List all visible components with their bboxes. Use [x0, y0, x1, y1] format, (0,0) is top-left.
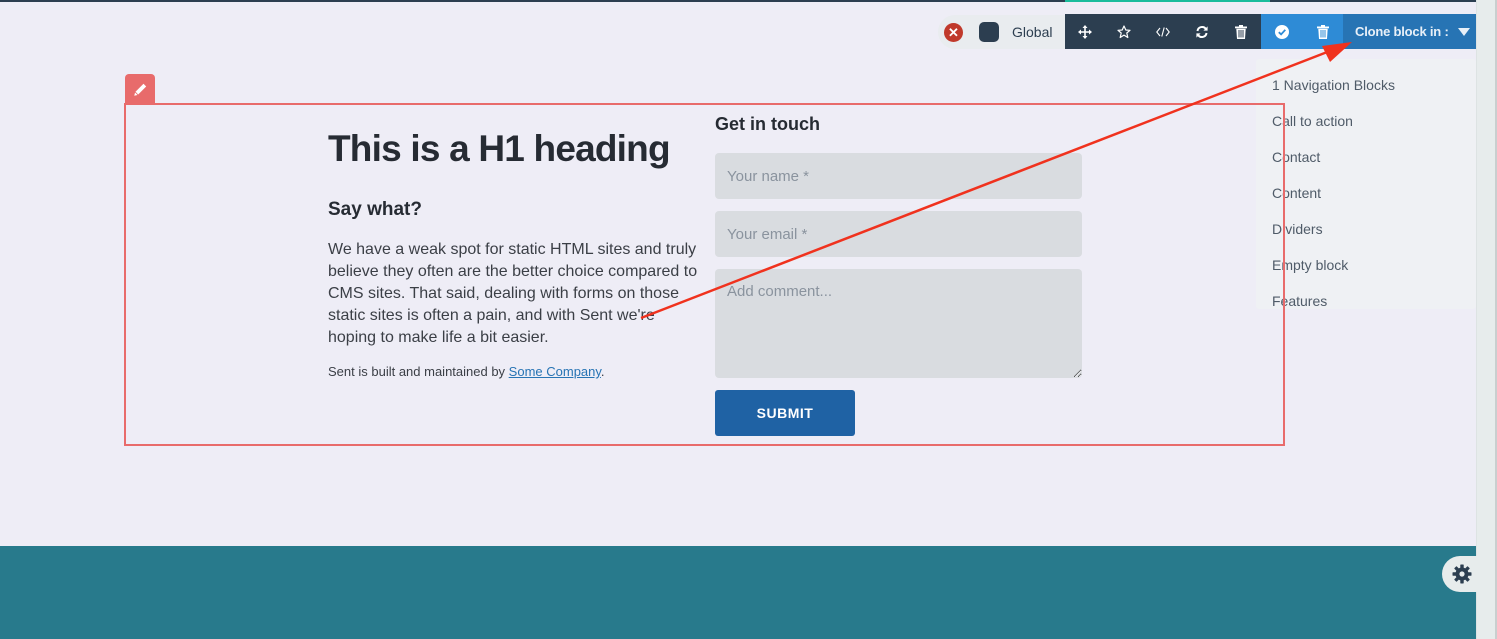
menu-item-dividers[interactable]: Dividers — [1256, 211, 1476, 247]
page-canvas: ✕ Global Clone block in : 1 Navigation B… — [0, 0, 1476, 639]
scrollbar[interactable] — [1476, 0, 1497, 639]
confirm-button[interactable] — [1261, 14, 1302, 49]
pencil-icon — [133, 83, 146, 96]
remove-button[interactable] — [1302, 14, 1343, 49]
menu-item-empty-block[interactable]: Empty block — [1256, 247, 1476, 283]
email-input[interactable] — [715, 211, 1082, 257]
menu-item-features[interactable]: Features — [1256, 283, 1476, 319]
code-icon — [1155, 26, 1170, 37]
subheading: Say what? — [328, 199, 422, 220]
color-swatch[interactable] — [979, 22, 999, 42]
trash-icon — [1234, 24, 1247, 39]
top-bar-accent — [1065, 0, 1270, 2]
global-block-pill: ✕ Global — [938, 15, 1068, 49]
credit-line: Sent is built and maintained by Some Com… — [328, 364, 605, 379]
credit-prefix: Sent is built and maintained by — [328, 364, 509, 379]
edit-block-button[interactable] — [125, 74, 155, 104]
clone-block-label: Clone block in : — [1355, 24, 1449, 39]
block-actions — [1261, 14, 1343, 49]
check-circle-icon — [1274, 24, 1289, 39]
code-button[interactable] — [1143, 14, 1182, 49]
form-title: Get in touch — [715, 114, 820, 134]
star-icon — [1116, 24, 1131, 38]
refresh-icon — [1195, 25, 1208, 38]
menu-item-contact[interactable]: Contact — [1256, 139, 1476, 175]
selected-content-block[interactable] — [124, 103, 1285, 446]
top-bar-line — [0, 0, 1476, 2]
settings-button[interactable] — [1442, 556, 1482, 592]
company-link[interactable]: Some Company — [509, 364, 601, 379]
close-icon[interactable]: ✕ — [944, 22, 963, 42]
menu-item-content[interactable]: Content — [1256, 175, 1476, 211]
delete-button[interactable] — [1221, 14, 1260, 49]
footer-block — [0, 546, 1476, 639]
gear-icon — [1452, 564, 1472, 584]
submit-button[interactable]: SUBMIT — [715, 390, 855, 436]
favorite-button[interactable] — [1104, 14, 1143, 49]
page-heading: This is a H1 heading — [328, 128, 671, 169]
credit-suffix: . — [600, 364, 605, 379]
move-button[interactable] — [1065, 14, 1104, 49]
menu-item-call-to-action[interactable]: Call to action — [1256, 103, 1476, 139]
comment-textarea[interactable] — [715, 269, 1082, 378]
reload-button[interactable] — [1182, 14, 1221, 49]
global-label[interactable]: Global — [1012, 24, 1052, 40]
block-toolbar — [1065, 14, 1261, 49]
trash-icon — [1316, 24, 1329, 39]
clone-block-dropdown[interactable]: Clone block in : — [1343, 14, 1476, 49]
name-input[interactable] — [715, 153, 1082, 199]
move-icon — [1077, 24, 1092, 39]
clone-block-menu: 1 Navigation Blocks Call to action Conta… — [1256, 59, 1476, 309]
body-paragraph: We have a weak spot for static HTML site… — [328, 241, 698, 346]
caret-down-icon — [1457, 27, 1470, 36]
menu-item-navigation-blocks[interactable]: 1 Navigation Blocks — [1256, 67, 1476, 103]
